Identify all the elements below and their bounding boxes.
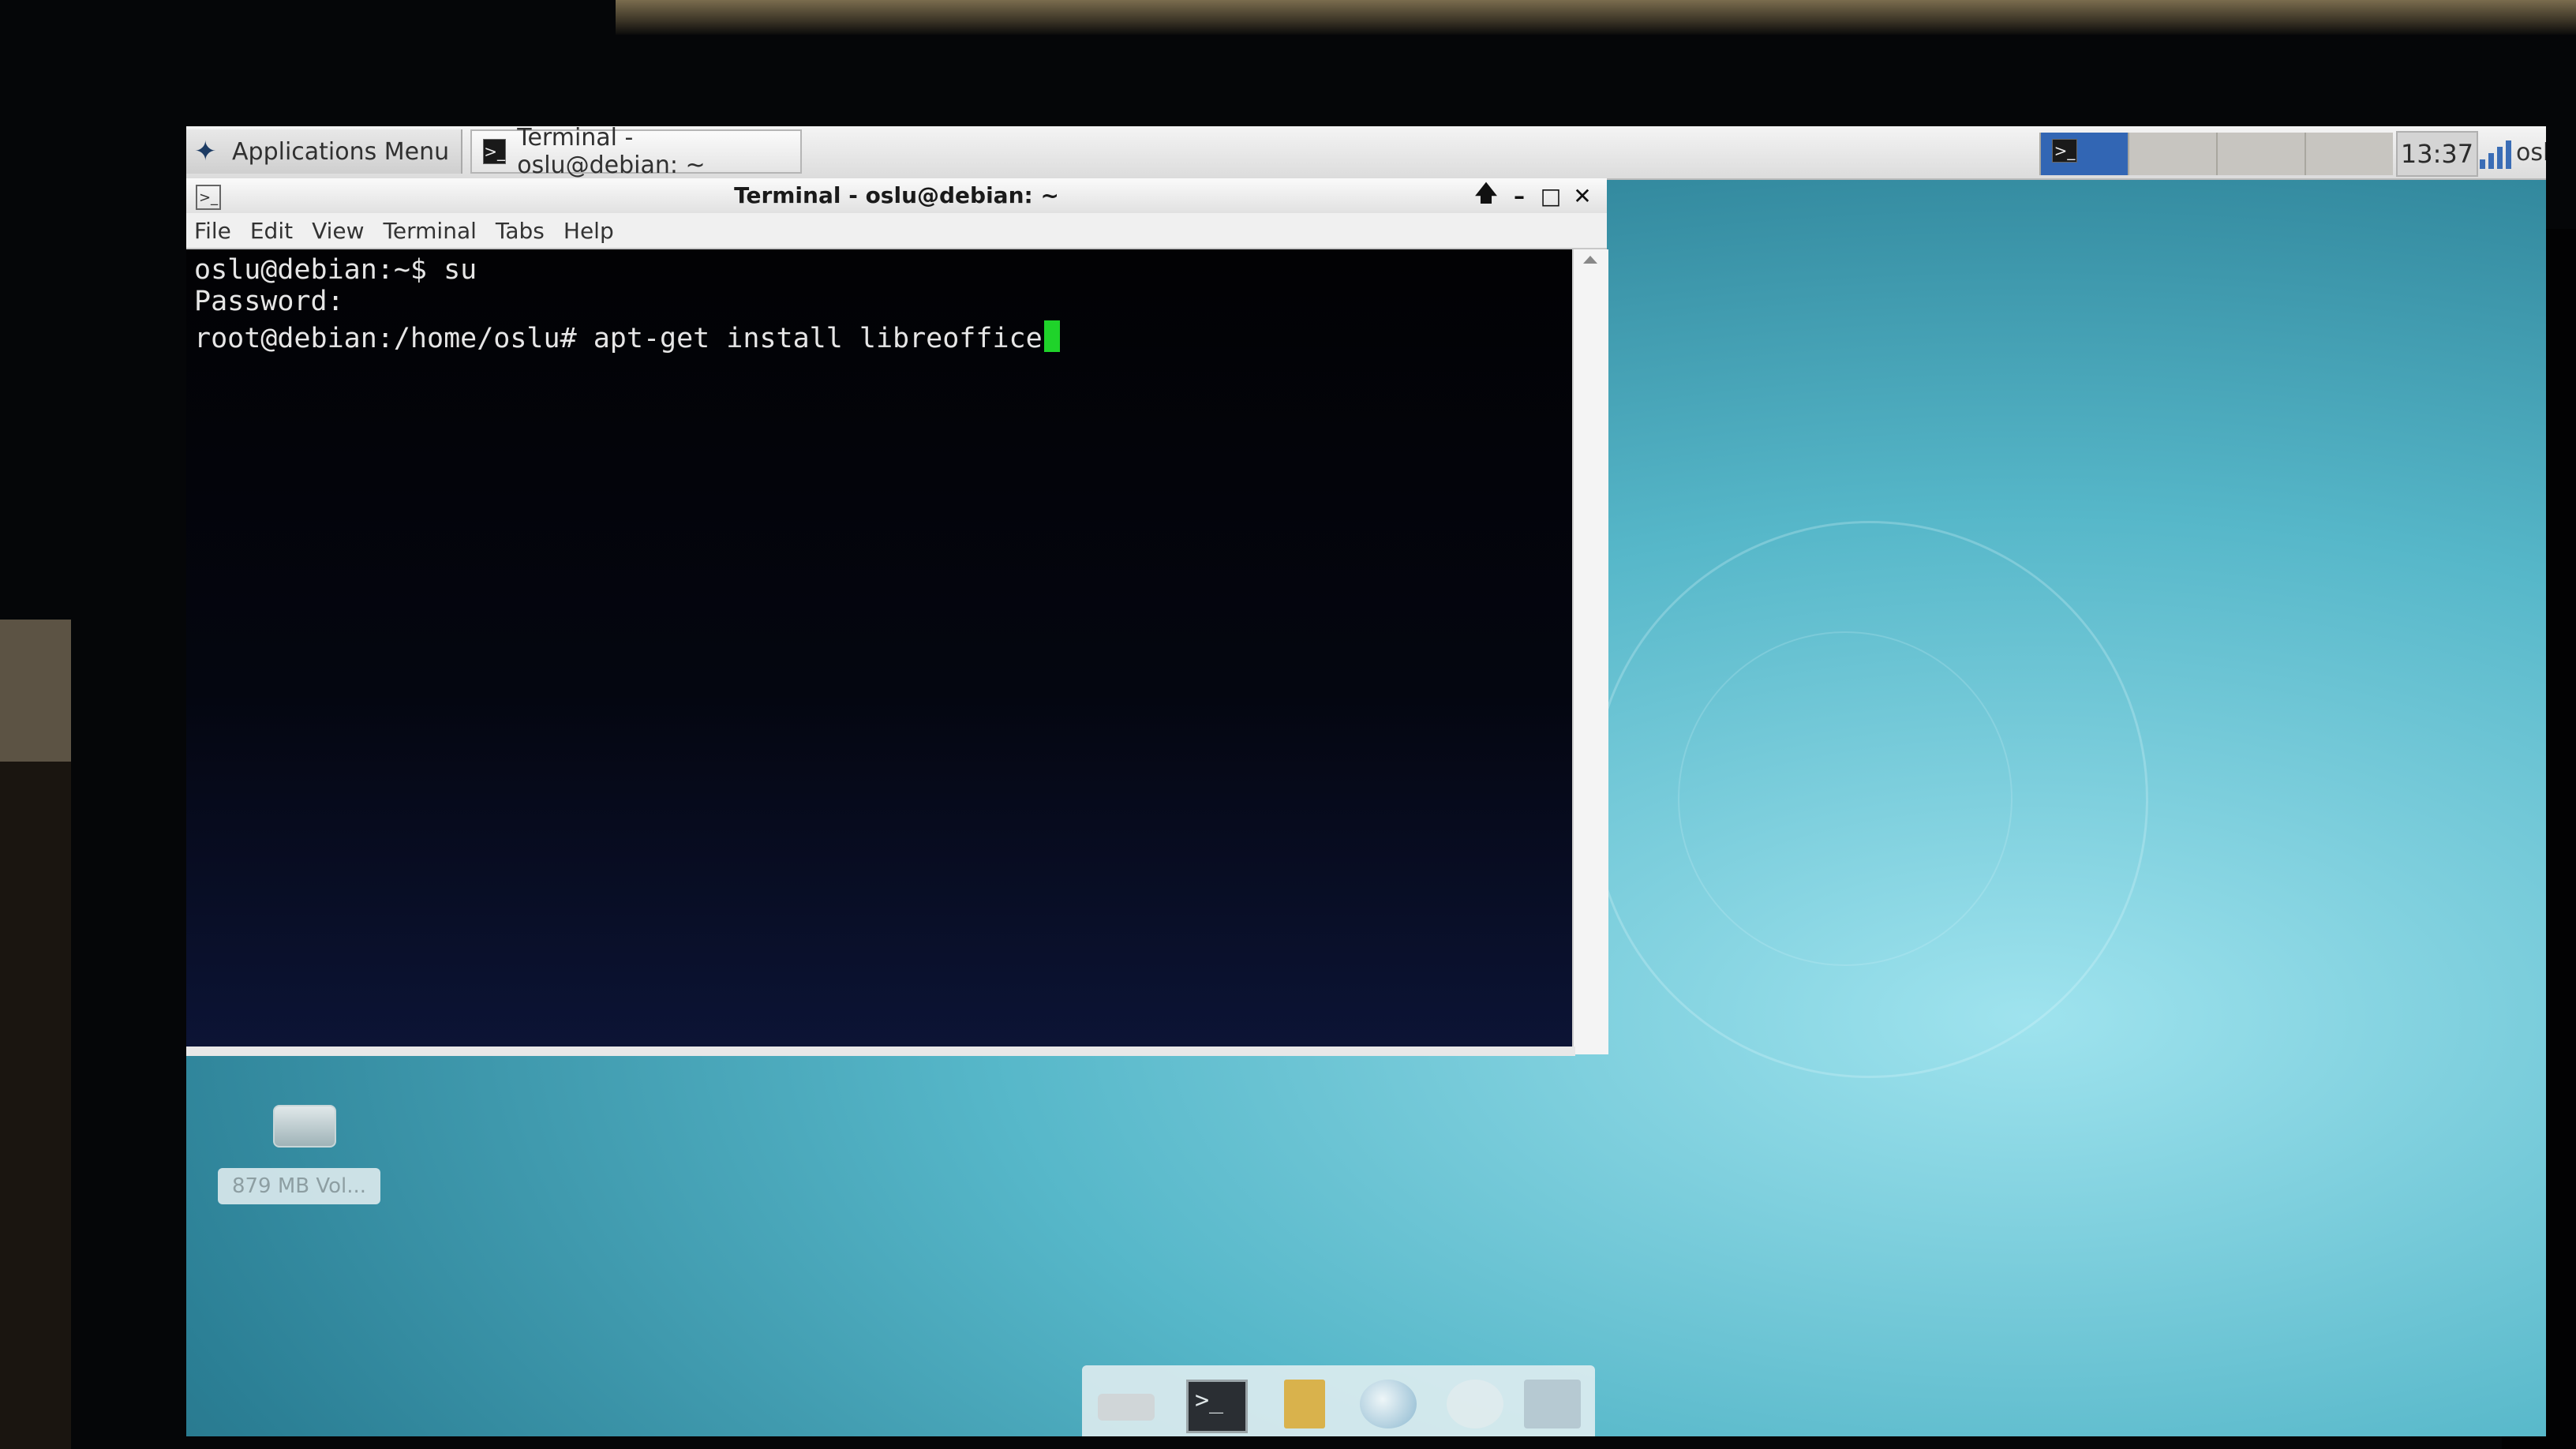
menu-terminal[interactable]: Terminal: [384, 218, 477, 244]
workspace-3[interactable]: [2216, 133, 2305, 175]
menu-file[interactable]: File: [194, 218, 231, 244]
scroll-up-icon[interactable]: [1583, 256, 1597, 264]
xfce-mouse-icon: ✦: [194, 136, 217, 167]
applications-menu-button[interactable]: ✦ Applications Menu: [186, 129, 462, 174]
folder-icon[interactable]: [1524, 1380, 1581, 1428]
menubar: File Edit View Terminal Tabs Help: [186, 213, 1607, 249]
window-title: Terminal - oslu@debian: ~: [734, 182, 1059, 208]
terminal-line: oslu@debian:~$ su: [194, 254, 477, 286]
menu-help[interactable]: Help: [564, 218, 614, 244]
terminal-output[interactable]: oslu@debian:~$ su Password: root@debian:…: [186, 249, 1572, 1054]
taskbar-terminal-label: Terminal - oslu@debian: ~: [517, 126, 706, 179]
browser-icon[interactable]: [1360, 1380, 1417, 1428]
top-panel: ✦ Applications Menu >_ Terminal - oslu@d…: [186, 126, 2546, 180]
terminal-line: Password:: [194, 286, 344, 317]
desktop-volume-icon[interactable]: 879 MB Vol...: [218, 1105, 384, 1231]
terminal-icon: >_: [483, 139, 507, 164]
workspace-4[interactable]: [2305, 133, 2393, 175]
desktop-screen: ✦ Applications Menu >_ Terminal - oslu@d…: [186, 126, 2546, 1436]
menu-edit[interactable]: Edit: [250, 218, 293, 244]
search-icon[interactable]: [1447, 1380, 1503, 1428]
clock[interactable]: 13:37: [2396, 131, 2478, 177]
file-manager-icon[interactable]: [1284, 1380, 1325, 1428]
background-shadow: [0, 762, 71, 1449]
background-wall: [616, 0, 2576, 35]
window-titlebar[interactable]: Terminal - oslu@debian: ~ >_ 🡅 – □ ✕: [186, 178, 1607, 213]
maximize-button[interactable]: □: [1537, 183, 1564, 209]
workspace-1[interactable]: >_: [2039, 133, 2128, 175]
terminal-icon[interactable]: >_: [1186, 1380, 1248, 1433]
terminal-command: root@debian:/home/oslu# apt-get install …: [194, 323, 1043, 354]
desktop-volume-label: 879 MB Vol...: [218, 1168, 380, 1204]
background-wall-left: [0, 620, 71, 762]
terminal-scrollbar[interactable]: [1572, 249, 1608, 1054]
window-border-bottom: [186, 1046, 1575, 1056]
applications-menu-label: Applications Menu: [232, 137, 450, 166]
terminal-cursor: [1043, 320, 1060, 352]
terminal-line-current: root@debian:/home/oslu# apt-get install …: [194, 320, 1060, 354]
user-menu[interactable]: oslu: [2516, 131, 2546, 174]
taskbar-terminal-button[interactable]: >_ Terminal - oslu@debian: ~: [470, 126, 802, 179]
workspace-2[interactable]: [2128, 133, 2216, 175]
minimize-button[interactable]: –: [1506, 183, 1533, 209]
terminal-icon: >_: [2052, 139, 2077, 163]
shade-up-icon[interactable]: 🡅: [1473, 180, 1500, 208]
terminal-icon[interactable]: >_: [196, 185, 221, 210]
drive-icon: [273, 1105, 336, 1148]
menu-view[interactable]: View: [312, 218, 364, 244]
terminal-window: Terminal - oslu@debian: ~ >_ 🡅 – □ ✕ Fil…: [186, 178, 1608, 1054]
dock: >_: [1082, 1365, 1595, 1436]
debian-swirl-wallpaper-inner: [1678, 631, 2012, 966]
drive-icon[interactable]: [1098, 1394, 1155, 1421]
menu-tabs[interactable]: Tabs: [496, 218, 545, 244]
close-button[interactable]: ✕: [1569, 183, 1596, 209]
signal-bars-icon[interactable]: [2480, 134, 2511, 169]
